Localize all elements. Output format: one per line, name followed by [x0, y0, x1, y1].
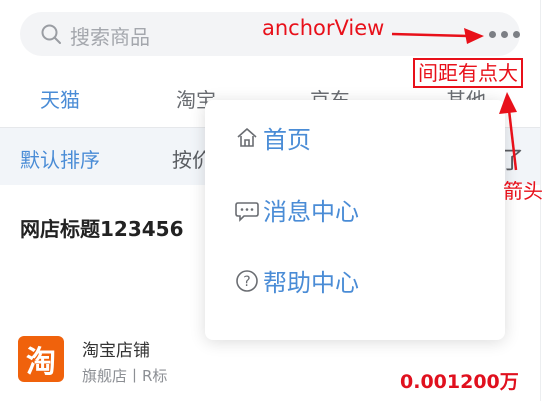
chat-bubble-icon: [233, 196, 261, 224]
shop-type: 旗舰店丨R标: [82, 367, 168, 385]
shop-logo: 淘: [18, 336, 64, 382]
popover-menu: 首页 消息中心 ? 帮助中心: [205, 100, 505, 340]
search-placeholder: 搜索商品: [70, 25, 150, 49]
product-price: 0.001200万: [400, 371, 519, 393]
menu-item-label: 帮助中心: [263, 269, 359, 297]
menu-item-label: 消息中心: [263, 198, 359, 226]
svg-text:?: ?: [243, 274, 250, 290]
menu-item-label: 首页: [263, 126, 311, 154]
annotation-anchor-view: anchorView: [262, 16, 385, 40]
home-icon: [233, 124, 261, 152]
shop-name: 淘宝店铺: [82, 341, 150, 361]
product-title[interactable]: 网店标题123456: [20, 213, 184, 242]
help-circle-icon: ?: [233, 267, 261, 295]
sort-default[interactable]: 默认排序: [20, 144, 100, 173]
menu-item-messages[interactable]: 消息中心: [233, 192, 359, 227]
search-icon: [41, 24, 61, 44]
annotation-arrow: 箭头: [503, 179, 543, 203]
more-icon[interactable]: [489, 26, 525, 42]
annotation-spacing: 间距有点大: [413, 58, 523, 88]
menu-item-help[interactable]: ? 帮助中心: [233, 263, 359, 298]
menu-item-home[interactable]: 首页: [233, 120, 311, 155]
tab-tmall[interactable]: 天猫: [40, 84, 80, 113]
